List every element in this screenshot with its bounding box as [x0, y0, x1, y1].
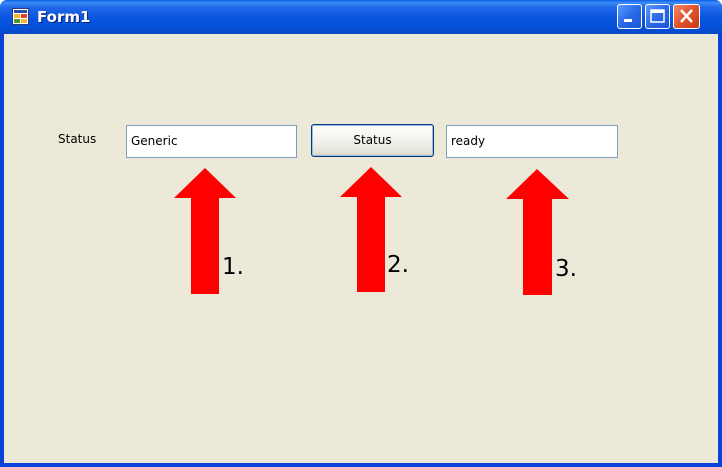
step-label: 1.	[222, 254, 244, 280]
step-label: 2.	[387, 252, 409, 278]
close-button[interactable]	[673, 4, 700, 29]
ready-textbox[interactable]: ready	[446, 125, 618, 158]
close-icon	[680, 9, 693, 23]
form-client-area: Status Generic Status ready 1. 2. 3.	[4, 34, 718, 463]
step-label: 3.	[555, 256, 577, 282]
maximize-button[interactable]	[645, 4, 670, 29]
maximize-icon	[650, 9, 665, 23]
minimize-icon	[624, 19, 632, 22]
form1-window: Form1 Status Generic Status ready 1. 2. …	[0, 0, 722, 467]
title-bar[interactable]: Form1	[0, 0, 722, 34]
form-app-icon[interactable]	[12, 8, 29, 25]
generic-textbox[interactable]: Generic	[126, 125, 297, 158]
window-title: Form1	[37, 8, 91, 26]
minimize-button[interactable]	[617, 4, 642, 29]
status-button[interactable]: Status	[311, 124, 434, 157]
status-label: Status	[58, 132, 97, 146]
